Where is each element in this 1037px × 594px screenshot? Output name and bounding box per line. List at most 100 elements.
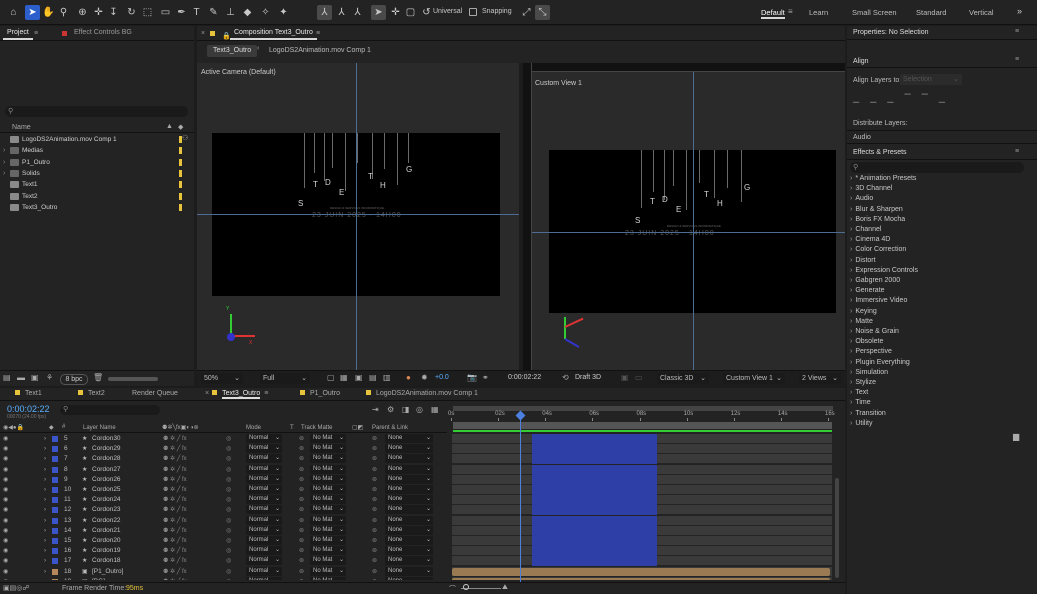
timeline-scrollbar[interactable] bbox=[835, 478, 839, 578]
rectangle-tool-icon[interactable]: ▭ bbox=[158, 5, 173, 20]
label-swatch[interactable] bbox=[179, 181, 182, 189]
layer-name[interactable]: Cordon22 bbox=[92, 516, 121, 526]
breadcrumb-next[interactable]: LogoDS2Animation.mov Comp 1 bbox=[269, 47, 371, 54]
effect-category[interactable]: › Cinema 4D bbox=[850, 235, 890, 245]
layer-mode-dropdown[interactable]: Normal⌄ bbox=[246, 434, 282, 443]
tab-project[interactable]: Project bbox=[3, 26, 33, 40]
expand-arrow-icon[interactable]: › bbox=[850, 369, 852, 376]
layer-label-swatch[interactable] bbox=[52, 497, 58, 504]
layer-switches-icon[interactable]: ⚉ ✲ ╱ fx bbox=[163, 556, 187, 566]
layer-label-swatch[interactable] bbox=[52, 476, 58, 483]
region-icon[interactable]: ▢ bbox=[327, 373, 335, 382]
layer-duration-bar[interactable] bbox=[531, 495, 658, 506]
ground-plane-icon[interactable]: ▭ bbox=[635, 373, 643, 382]
comp-timecode[interactable]: 0:00:02:22 bbox=[508, 374, 541, 381]
views-layout-dropdown[interactable]: 2 Views ⌄ bbox=[799, 373, 841, 384]
work-area-range[interactable] bbox=[453, 422, 832, 429]
layer-duration-bar[interactable] bbox=[531, 546, 658, 557]
layer-label-swatch[interactable] bbox=[52, 548, 58, 555]
effect-category[interactable]: › Distort bbox=[850, 256, 876, 266]
local-axis-icon[interactable]: ⅄ bbox=[317, 5, 332, 20]
label-column-icon[interactable]: ◆ bbox=[178, 123, 183, 131]
layer-switches-icon[interactable]: ⚉ ✲ ╱ fx bbox=[163, 526, 187, 536]
expand-arrow-icon[interactable]: › bbox=[44, 556, 46, 566]
layer-name[interactable]: Cordon20 bbox=[92, 536, 121, 546]
effect-category[interactable]: › Immersive Video bbox=[850, 296, 907, 306]
expand-arrow-icon[interactable]: › bbox=[850, 257, 852, 264]
layer-label-swatch[interactable] bbox=[52, 456, 58, 463]
layer-name[interactable]: Cordon30 bbox=[92, 434, 121, 444]
expand-arrow-icon[interactable]: › bbox=[850, 410, 852, 417]
pen-tool-icon[interactable]: ✒ bbox=[174, 5, 189, 20]
project-item[interactable]: Text2 bbox=[0, 191, 194, 202]
layer-track[interactable] bbox=[452, 454, 832, 465]
parent-dropdown[interactable]: None⌄ bbox=[385, 566, 433, 576]
expand-arrow-icon[interactable]: › bbox=[850, 420, 852, 427]
expand-arrow-icon[interactable]: › bbox=[44, 495, 46, 505]
layer-track[interactable] bbox=[452, 546, 832, 557]
layer-mode-dropdown[interactable]: Normal⌄ bbox=[246, 515, 282, 525]
expand-arrow-icon[interactable]: › bbox=[3, 157, 5, 168]
eye-icon[interactable]: ◉ bbox=[3, 444, 8, 454]
effect-category[interactable]: › Transition bbox=[850, 409, 886, 419]
track-matte-dropdown[interactable]: No Mat⌄ bbox=[310, 566, 346, 576]
matte-link-icon[interactable]: ⊚ bbox=[299, 567, 304, 577]
effect-category[interactable]: › Obsolete bbox=[850, 337, 883, 347]
layer-duration-bar[interactable] bbox=[531, 505, 658, 516]
project-item[interactable]: › P1_Outro bbox=[0, 157, 194, 168]
layer-track[interactable] bbox=[452, 434, 832, 444]
label-swatch[interactable] bbox=[179, 203, 182, 211]
track-matte-dropdown[interactable]: No Mat⌄ bbox=[310, 525, 346, 535]
pick-whip-icon[interactable]: ⊚ bbox=[372, 516, 377, 526]
render-icon[interactable]: ⚘ bbox=[46, 373, 53, 382]
layer-track[interactable] bbox=[452, 495, 832, 506]
track-matte-dropdown[interactable]: No Mat⌄ bbox=[310, 536, 346, 545]
layer-mode-dropdown[interactable]: Normal⌄ bbox=[246, 536, 282, 545]
parent-dropdown[interactable]: None⌄ bbox=[385, 495, 433, 505]
expand-arrow-icon[interactable]: › bbox=[44, 577, 46, 580]
column-parent[interactable]: Parent & Link bbox=[372, 425, 408, 431]
tab-menu-icon[interactable]: ≡ bbox=[264, 390, 268, 397]
zoom-in-icon[interactable]: ⛰ bbox=[502, 584, 508, 592]
layer-switches-icon[interactable]: ⚉ ✲ ╱ fx bbox=[163, 546, 187, 556]
project-item[interactable]: LogoDS2Animation.mov Comp 1 bbox=[0, 134, 194, 145]
workspace-overflow-icon[interactable]: » bbox=[1017, 6, 1022, 16]
align-target-dropdown[interactable]: Selection ⌄ bbox=[900, 74, 962, 85]
layer-row[interactable]: ◉ › 9 ★ Cordon26 ⚉ ✲ ╱ fx ◎ Normal ⌄ ⊚ No Mat ⌄ ⊚ Non… bbox=[0, 474, 447, 485]
snapshot-icon[interactable]: 📷 bbox=[467, 373, 477, 382]
track-matte-dropdown[interactable]: No Mat⌄ bbox=[310, 556, 346, 566]
breadcrumb-active[interactable]: Text3_Outro bbox=[207, 45, 258, 57]
expand-arrow-icon[interactable]: › bbox=[850, 308, 852, 315]
graph-editor-icon[interactable]: ▦ bbox=[431, 405, 439, 414]
layer-mode-dropdown[interactable]: Normal⌄ bbox=[246, 546, 282, 556]
layer-row[interactable]: ◉ › 18 ▣ [P1_Outro] ⚉ ✲ ╱ fx ◎ Normal ⌄ ⊚ No Mat ⌄ ⊚… bbox=[0, 566, 447, 577]
eye-icon[interactable]: ◉ bbox=[3, 465, 8, 475]
pick-whip-icon[interactable]: ⊚ bbox=[372, 485, 377, 495]
column-layer-name[interactable]: Layer Name bbox=[83, 425, 116, 431]
puppet-tool-icon[interactable]: ✦ bbox=[276, 5, 291, 20]
current-timecode[interactable]: 0:00:02:22 bbox=[7, 404, 50, 414]
guides-icon[interactable]: ▤ bbox=[369, 373, 377, 382]
close-tab-icon[interactable]: × bbox=[201, 26, 205, 41]
thumbnail-size-slider[interactable] bbox=[108, 377, 158, 381]
scale-3d-icon[interactable]: ▢ bbox=[403, 5, 418, 20]
expand-arrow-icon[interactable]: › bbox=[850, 318, 852, 325]
eye-icon[interactable]: ◉ bbox=[3, 536, 8, 546]
trash-icon[interactable]: 🗑 bbox=[93, 373, 103, 382]
layer-label-swatch[interactable] bbox=[52, 527, 58, 534]
grid-icon[interactable]: ▥ bbox=[383, 373, 391, 382]
matte-link-icon[interactable]: ⊚ bbox=[299, 516, 304, 526]
workspace-standard[interactable]: Standard bbox=[916, 8, 946, 17]
mask-visibility-icon[interactable]: ▣ bbox=[355, 373, 363, 382]
pick-whip-icon[interactable]: ⊚ bbox=[372, 577, 377, 580]
motion-blur-icon[interactable]: ◎ bbox=[416, 405, 423, 414]
tab-composition[interactable]: Composition Text3_Outro bbox=[230, 26, 317, 40]
column-track-matte[interactable]: Track Matte bbox=[301, 425, 332, 431]
new-bin-icon[interactable]: ▆ bbox=[1013, 432, 1019, 441]
view-axis-icon[interactable]: ⅄ bbox=[350, 5, 365, 20]
layer-duration-bar[interactable] bbox=[531, 536, 658, 546]
3d-layer-icon[interactable]: ◎ bbox=[226, 577, 231, 580]
layer-row[interactable]: ◉ › 11 ★ Cordon24 ⚉ ✲ ╱ fx ◎ Normal ⌄ ⊚ No Mat ⌄ ⊚ No… bbox=[0, 495, 447, 505]
layer-switches-icon[interactable]: ⚉ ✲ ╱ fx bbox=[163, 454, 187, 464]
matte-link-icon[interactable]: ⊚ bbox=[299, 546, 304, 556]
